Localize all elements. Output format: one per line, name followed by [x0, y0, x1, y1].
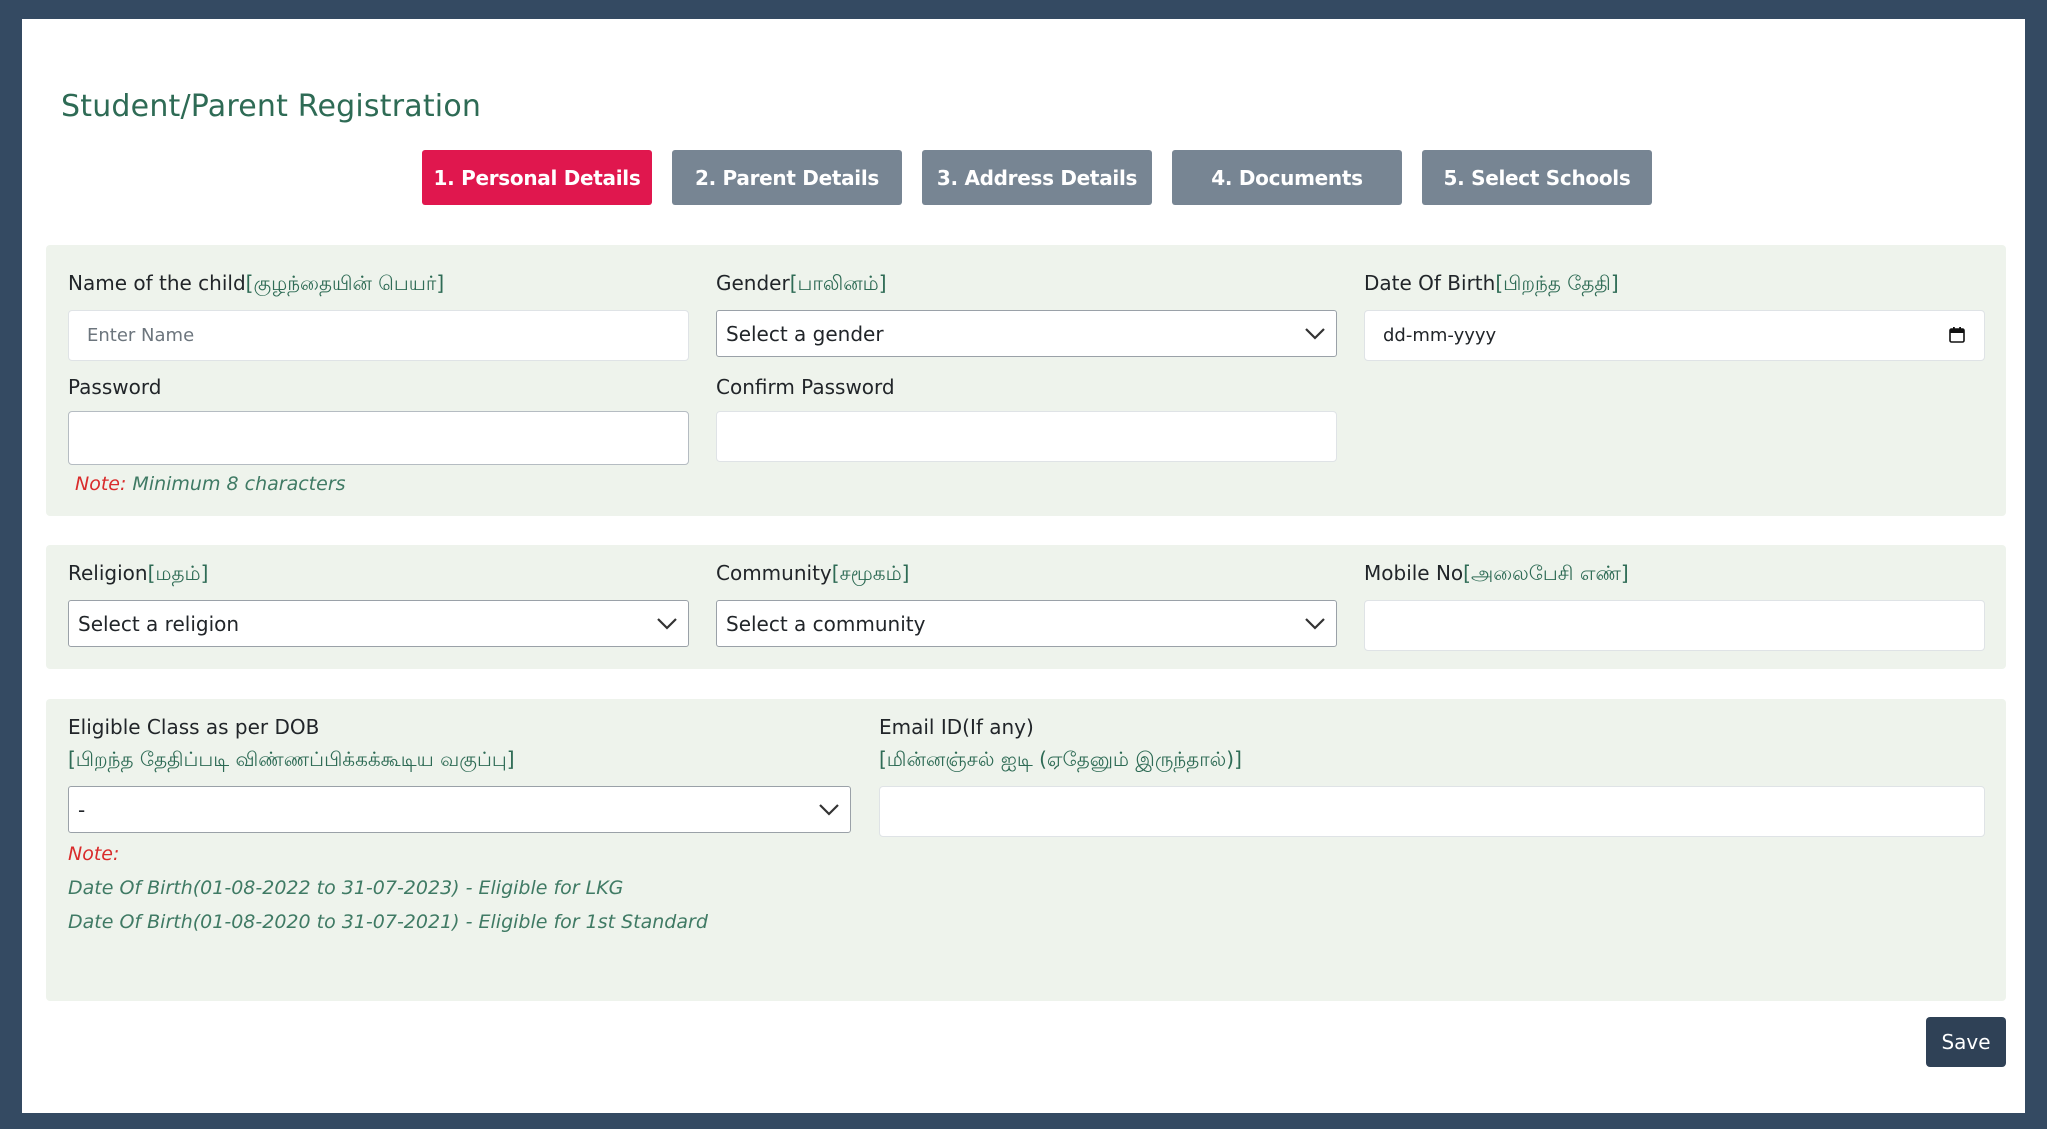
confirm-password-field: Confirm Password — [716, 375, 1337, 462]
dob-label-text: Date Of Birth — [1364, 271, 1496, 295]
eligibility-note-1st-standard: Date Of Birth(01-08-2020 to 31-07-2021) … — [68, 911, 708, 933]
gender-label-text: Gender — [716, 271, 790, 295]
religion-field: Religion[மதம்] Select a religion — [68, 561, 689, 647]
personal-info-panel: Name of the child[குழந்தையின் பெயர்] Gen… — [46, 245, 2006, 516]
religion-label-text: Religion — [68, 561, 148, 585]
community-label: Community[சமூகம்] — [716, 561, 1337, 588]
password-note-prefix: Note: — [75, 473, 127, 495]
eligible-class-field: Eligible Class as per DOB [பிறந்த தேதிப்… — [68, 715, 851, 933]
eligible-class-select[interactable]: - — [68, 786, 851, 833]
confirm-password-label: Confirm Password — [716, 375, 895, 399]
mobile-label-text: Mobile No — [1364, 561, 1464, 585]
eligible-class-label-tamil: [பிறந்த தேதிப்படி விண்ணப்பிக்கக்கூடிய வக… — [68, 747, 515, 771]
gender-select-value: Select a gender — [726, 321, 884, 346]
community-field: Community[சமூகம்] Select a community — [716, 561, 1337, 647]
eligibility-note-prefix-text: Note: — [68, 843, 120, 865]
dob-label: Date Of Birth[பிறந்த தேதி] — [1364, 271, 1985, 298]
religion-label-tamil: [மதம்] — [147, 561, 209, 585]
registration-card: Student/Parent Registration 1. Personal … — [22, 19, 2025, 1113]
password-field: Password Note: Minimum 8 characters — [68, 375, 689, 495]
child-name-label-text: Name of the child — [68, 271, 246, 295]
child-name-input[interactable] — [68, 310, 689, 361]
eligibility-note-prefix: Note: — [68, 843, 851, 865]
eligible-class-label: Eligible Class as per DOB — [68, 715, 320, 739]
community-select[interactable]: Select a community — [716, 600, 1337, 647]
dob-input-wrap — [1364, 310, 1985, 361]
email-input[interactable] — [879, 786, 1985, 837]
mobile-input[interactable] — [1364, 600, 1985, 651]
chevron-down-icon — [657, 617, 677, 630]
eligible-class-select-value: - — [78, 797, 86, 822]
child-name-label: Name of the child[குழந்தையின் பெயர்] — [68, 271, 689, 298]
religion-select-value: Select a religion — [78, 611, 240, 636]
eligibility-panel: Eligible Class as per DOB [பிறந்த தேதிப்… — [46, 699, 2006, 1001]
religion-select[interactable]: Select a religion — [68, 600, 689, 647]
gender-label: Gender[பாலினம்] — [716, 271, 1337, 298]
dob-label-tamil: [பிறந்த தேதி] — [1495, 271, 1619, 295]
community-select-value: Select a community — [726, 611, 926, 636]
tab-documents[interactable]: 4. Documents — [1172, 150, 1402, 205]
dob-input[interactable] — [1364, 310, 1985, 361]
chevron-down-icon — [1305, 327, 1325, 340]
mobile-label: Mobile No[அலைபேசி எண்] — [1364, 561, 1985, 588]
email-label-tamil: [மின்னஞ்சல் ஐடி (ஏதேனும் இருந்தால்)] — [879, 747, 1242, 771]
tab-parent-details[interactable]: 2. Parent Details — [672, 150, 902, 205]
password-note: Note: Minimum 8 characters — [68, 473, 689, 495]
chevron-down-icon — [819, 803, 839, 816]
password-input[interactable] — [68, 411, 689, 465]
community-panel: Religion[மதம்] Select a religion Communi… — [46, 545, 2006, 669]
gender-select[interactable]: Select a gender — [716, 310, 1337, 357]
tab-personal-details[interactable]: 1. Personal Details — [422, 150, 652, 205]
community-label-text: Community — [716, 561, 832, 585]
email-label: Email ID(If any) — [879, 715, 1034, 739]
confirm-password-input[interactable] — [716, 411, 1337, 462]
page-title: Student/Parent Registration — [61, 89, 482, 124]
tab-select-schools[interactable]: 5. Select Schools — [1422, 150, 1652, 205]
email-field: Email ID(If any) [மின்னஞ்சல் ஐடி (ஏதேனும… — [879, 715, 1985, 837]
eligibility-note-lkg: Date Of Birth(01-08-2022 to 31-07-2023) … — [68, 877, 624, 899]
dob-field: Date Of Birth[பிறந்த தேதி] — [1364, 271, 1985, 361]
save-button[interactable]: Save — [1926, 1017, 2006, 1067]
mobile-label-tamil: [அலைபேசி எண்] — [1463, 561, 1629, 585]
community-label-tamil: [சமூகம்] — [831, 561, 910, 585]
child-name-field: Name of the child[குழந்தையின் பெயர்] — [68, 271, 689, 361]
password-label: Password — [68, 375, 162, 399]
password-note-text: Minimum 8 characters — [126, 473, 346, 495]
religion-label: Religion[மதம்] — [68, 561, 689, 588]
calendar-icon[interactable] — [1949, 327, 1965, 343]
tab-address-details[interactable]: 3. Address Details — [922, 150, 1152, 205]
gender-field: Gender[பாலினம்] Select a gender — [716, 271, 1337, 357]
child-name-label-tamil: [குழந்தையின் பெயர்] — [245, 271, 445, 295]
gender-label-tamil: [பாலினம்] — [789, 271, 887, 295]
step-tabs: 1. Personal Details 2. Parent Details 3.… — [422, 150, 1652, 205]
chevron-down-icon — [1305, 617, 1325, 630]
mobile-field: Mobile No[அலைபேசி எண்] — [1364, 561, 1985, 651]
